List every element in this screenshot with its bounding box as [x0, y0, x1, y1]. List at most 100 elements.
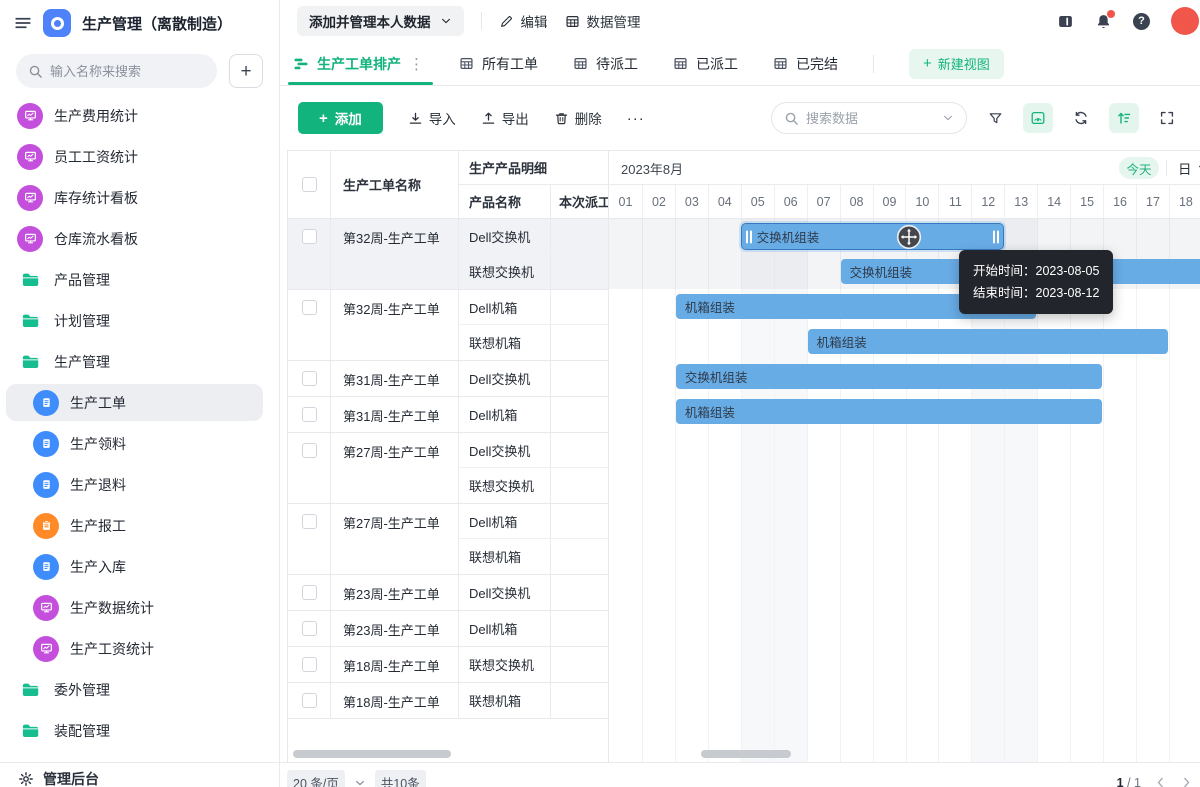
- row-checkbox-cell: [288, 683, 331, 718]
- sidebar-item[interactable]: 计划管理: [0, 300, 279, 341]
- app-title: 生产管理（离散制造）: [82, 13, 232, 34]
- sidebar-menu: 生产费用统计员工工资统计库存统计看板仓库流水看板产品管理计划管理生产管理生产工单…: [0, 95, 279, 751]
- row-checkbox[interactable]: [302, 693, 317, 708]
- sidebar: 生产管理（离散制造） + 生产费用统计员工工资统计库存统计看板仓库流水看板产品管…: [0, 0, 280, 787]
- gantt-bar[interactable]: 交换机组装: [676, 364, 1102, 389]
- sidebar-item-admin[interactable]: 管理后台: [0, 769, 279, 787]
- data-search-input[interactable]: [806, 111, 935, 126]
- sidebar-item-label: 生产费用统计: [54, 106, 138, 126]
- product-row: Dell交换机: [459, 575, 608, 610]
- bar-tooltip: 开始时间：2023-08-05 结束时间：2023-08-12: [959, 250, 1113, 314]
- tab-menu-icon[interactable]: ⋮: [409, 55, 424, 73]
- sidebar-item[interactable]: 生产费用统计: [0, 95, 279, 136]
- notifications-button[interactable]: [1095, 13, 1112, 30]
- product-row: 联想机箱: [459, 683, 608, 718]
- import-button[interactable]: 导入: [408, 108, 456, 128]
- tab-1[interactable]: 所有工单: [459, 42, 538, 85]
- card-view-icon[interactable]: [1023, 103, 1053, 133]
- prev-page-icon[interactable]: [1154, 776, 1167, 787]
- row-height-sort-icon[interactable]: [1109, 103, 1139, 133]
- tooltip-end-value: 2023-08-12: [1036, 286, 1100, 300]
- gantt-bar[interactable]: 机箱组装: [676, 399, 1102, 424]
- sidebar-item[interactable]: 生产退料: [0, 464, 279, 505]
- help-icon[interactable]: ?: [1133, 13, 1150, 30]
- sidebar-item[interactable]: 生产报工: [0, 505, 279, 546]
- app-logo-icon[interactable]: [43, 9, 71, 37]
- panel-toggle-icon[interactable]: [1057, 13, 1074, 30]
- row-checkbox[interactable]: [302, 621, 317, 636]
- row-checkbox-cell: [288, 647, 331, 682]
- refresh-icon[interactable]: [1066, 103, 1096, 133]
- time-scale-dropdown[interactable]: 日: [1178, 158, 1200, 178]
- row-checkbox[interactable]: [302, 371, 317, 386]
- product-rows: Dell交换机联想交换机: [459, 219, 608, 289]
- bar-resize-handle-left[interactable]: [746, 230, 752, 243]
- sidebar-item[interactable]: 生产工单: [0, 382, 279, 423]
- row-checkbox[interactable]: [302, 443, 317, 458]
- avatar[interactable]: [1171, 7, 1199, 35]
- product-rows: Dell机箱: [459, 611, 608, 646]
- sidebar-item[interactable]: 生产数据统计: [0, 587, 279, 628]
- data-search-box[interactable]: [771, 102, 967, 134]
- sidebar-item[interactable]: 库存统计看板: [0, 177, 279, 218]
- filter-icon[interactable]: [980, 103, 1010, 133]
- row-checkbox[interactable]: [302, 514, 317, 529]
- row-checkbox[interactable]: [302, 657, 317, 672]
- row-checkbox-cell: [288, 397, 331, 432]
- tab-4[interactable]: 已完结: [773, 42, 838, 85]
- pagination-bar: 20 条/页 共10条 1 / 1: [287, 770, 1193, 787]
- delete-button[interactable]: 删除: [554, 108, 602, 128]
- sidebar-search-box[interactable]: [16, 54, 217, 88]
- sidebar-item[interactable]: 员工工资统计: [0, 136, 279, 177]
- today-button[interactable]: 今天: [1119, 157, 1159, 179]
- sidebar-item[interactable]: 生产管理: [0, 341, 279, 382]
- more-actions-button[interactable]: ···: [627, 110, 645, 127]
- table-horizontal-scrollbar[interactable]: [293, 750, 451, 758]
- edit-button[interactable]: 编辑: [499, 11, 548, 31]
- sidebar-item-label: 生产工资统计: [70, 639, 154, 659]
- plus-icon: +: [923, 55, 932, 72]
- next-page-icon[interactable]: [1180, 776, 1193, 787]
- row-checkbox[interactable]: [302, 585, 317, 600]
- bar-resize-handle-right[interactable]: [993, 230, 999, 243]
- pager: 1 / 1: [1117, 776, 1193, 787]
- tab-active-0[interactable]: 生产工单排产 ⋮: [293, 42, 424, 85]
- sidebar-search-input[interactable]: [50, 64, 205, 79]
- gantt-horizontal-scrollbar[interactable]: [701, 750, 791, 758]
- hamburger-menu-icon[interactable]: [14, 14, 32, 32]
- fullscreen-icon[interactable]: [1152, 103, 1182, 133]
- dispatch-cell: [551, 219, 608, 253]
- move-cursor-icon[interactable]: [896, 224, 922, 250]
- order-row-group: 第18周-生产工单联想交换机: [288, 647, 608, 683]
- new-view-button[interactable]: + 新建视图: [909, 49, 1004, 79]
- sidebar-item[interactable]: 委外管理: [0, 669, 279, 710]
- sidebar-item[interactable]: 生产领料: [0, 423, 279, 464]
- page-size-selector[interactable]: 20 条/页: [287, 770, 345, 787]
- data-manage-button[interactable]: 数据管理: [565, 11, 641, 31]
- select-all-checkbox[interactable]: [302, 177, 317, 192]
- day-header-cell: 12: [971, 185, 1004, 218]
- gantt-bar-selected[interactable]: 交换机组装: [742, 224, 1004, 249]
- row-checkbox[interactable]: [302, 300, 317, 315]
- row-checkbox[interactable]: [302, 229, 317, 244]
- divider: [1166, 160, 1167, 176]
- sidebar-add-button[interactable]: +: [229, 54, 263, 88]
- add-button[interactable]: + 添加: [298, 102, 383, 134]
- tab-3[interactable]: 已派工: [673, 42, 738, 85]
- sidebar-item[interactable]: 生产入库: [0, 546, 279, 587]
- row-checkbox[interactable]: [302, 407, 317, 422]
- sidebar-item[interactable]: 生产工资统计: [0, 628, 279, 669]
- product-row: Dell机箱: [459, 504, 608, 539]
- tab-2[interactable]: 待派工: [573, 42, 638, 85]
- gantt-bar[interactable]: 机箱组装: [808, 329, 1168, 354]
- sidebar-item[interactable]: 仓库流水看板: [0, 218, 279, 259]
- sidebar-item[interactable]: 产品管理: [0, 259, 279, 300]
- export-button[interactable]: 导出: [481, 108, 529, 128]
- sidebar-item[interactable]: 装配管理: [0, 710, 279, 751]
- product-rows: Dell交换机: [459, 361, 608, 396]
- tab-label: 生产工单排产: [317, 54, 401, 74]
- sidebar-item-label: 生产退料: [70, 475, 126, 495]
- data-scope-dropdown[interactable]: 添加并管理本人数据: [297, 6, 464, 36]
- order-row-group: 第18周-生产工单联想机箱: [288, 683, 608, 719]
- table-header: 生产工单名称 生产产品明细 产品名称 本次派工: [288, 151, 608, 219]
